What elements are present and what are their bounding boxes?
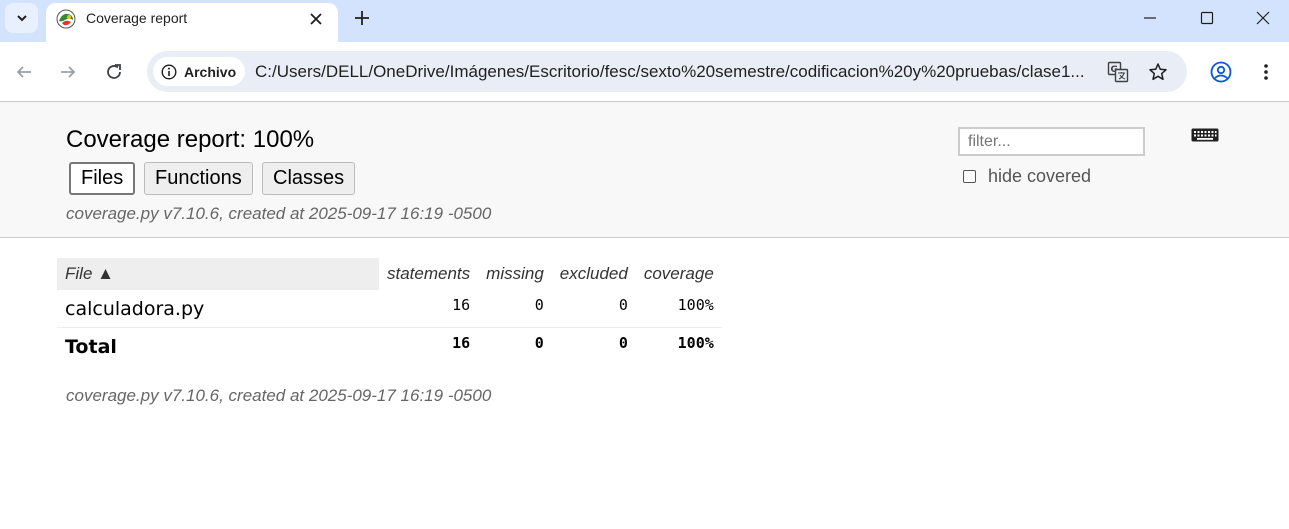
translate-icon: G (1107, 61, 1129, 83)
created-info: coverage.py v7.10.6, created at 2025-09-… (66, 204, 492, 223)
total-coverage-cell: 100% (677, 333, 714, 352)
star-icon (1149, 63, 1167, 81)
total-statements-cell: 16 (452, 333, 471, 352)
more-vert-icon (1264, 64, 1268, 80)
total-label: Total (65, 335, 117, 358)
column-header-file[interactable]: File ▲ (57, 258, 379, 290)
tab-search-button[interactable] (5, 3, 38, 33)
chevron-down-icon (16, 15, 27, 22)
excluded-cell: 0 (551, 290, 636, 328)
new-tab-button[interactable] (350, 6, 374, 30)
total-row: Total 16 0 0 100% (57, 327, 722, 364)
missing-cell: 0 (478, 290, 552, 328)
table-header-row: File ▲ statements missing excluded cover… (57, 258, 722, 290)
reload-button[interactable] (98, 56, 130, 88)
site-info-label: Archivo (184, 63, 237, 80)
arrow-left-icon (16, 66, 31, 78)
minimize-button[interactable] (1122, 0, 1178, 36)
maximize-icon (1200, 11, 1214, 25)
info-icon (161, 63, 177, 80)
active-tab[interactable]: Coverage report (46, 3, 338, 42)
account-icon (1210, 61, 1232, 83)
close-icon (1256, 11, 1270, 25)
column-header-coverage[interactable]: coverage (636, 258, 722, 290)
site-info-chip[interactable]: Archivo (153, 57, 246, 86)
statements-cell: 16 (379, 290, 479, 328)
table-row: calculadora.py 16 0 0 100% (57, 290, 722, 328)
window-close-button[interactable] (1235, 0, 1289, 36)
coverage-cell: 100% (635, 290, 722, 328)
bookmark-button[interactable] (1145, 59, 1171, 85)
total-excluded-cell: 0 (618, 333, 628, 352)
address-bar[interactable]: Archivo C:/Users/DELL/OneDrive/Imágenes/… (147, 51, 1187, 92)
tab-strip: Coverage report (0, 0, 1289, 42)
browser-toolbar: Archivo C:/Users/DELL/OneDrive/Imágenes/… (0, 42, 1289, 102)
page-title: Coverage report: 100% (66, 126, 315, 153)
files-button[interactable]: Files (69, 162, 136, 195)
keyboard-icon[interactable] (1191, 126, 1219, 144)
filter-input[interactable] (958, 127, 1145, 156)
tab-close-button[interactable] (304, 7, 328, 31)
coverage-favicon-icon (56, 9, 76, 29)
close-icon (310, 13, 322, 25)
back-button[interactable] (8, 56, 40, 88)
profile-button[interactable] (1205, 56, 1237, 88)
column-header-statements[interactable]: statements (379, 258, 478, 290)
hide-covered-checkbox[interactable] (963, 170, 976, 183)
hide-covered-toggle[interactable]: hide covered (963, 166, 1091, 187)
classes-button[interactable]: Classes (262, 162, 356, 195)
maximize-button[interactable] (1179, 0, 1235, 36)
column-header-missing[interactable]: missing (478, 258, 552, 290)
minimize-icon (1144, 17, 1156, 19)
reload-icon (107, 64, 121, 79)
file-link[interactable]: calculadora.py (57, 290, 379, 328)
plus-icon (355, 11, 369, 25)
arrow-right-icon (61, 66, 76, 78)
tab-title: Coverage report (86, 10, 188, 26)
coverage-table: File ▲ statements missing excluded cover… (57, 258, 722, 364)
hide-covered-label: hide covered (988, 166, 1092, 186)
url-text: C:/Users/DELL/OneDrive/Imágenes/Escritor… (255, 62, 1085, 81)
report-header: Coverage report: 100% Files Functions Cl… (0, 102, 1289, 238)
total-missing-cell: 0 (534, 333, 544, 352)
forward-button[interactable] (52, 56, 84, 88)
column-header-excluded[interactable]: excluded (552, 258, 636, 290)
browser-menu-button[interactable] (1250, 56, 1282, 88)
translate-button[interactable]: G (1105, 59, 1131, 85)
footer-created-info: coverage.py v7.10.6, created at 2025-09-… (66, 386, 492, 405)
functions-button[interactable]: Functions (144, 162, 253, 195)
